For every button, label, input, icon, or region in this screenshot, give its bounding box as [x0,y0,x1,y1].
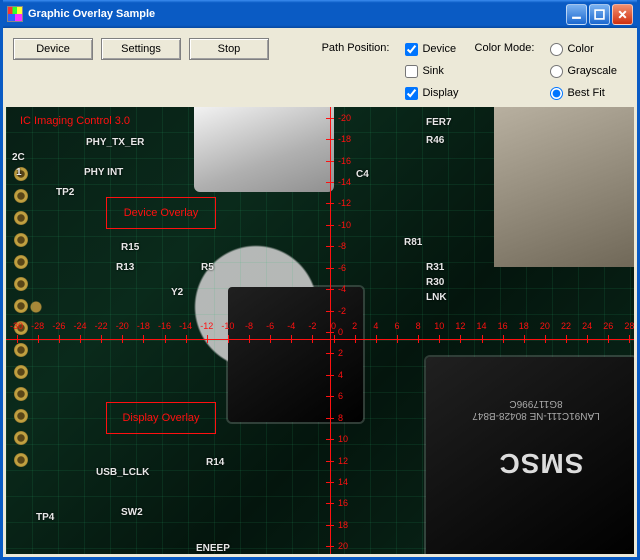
silk-r30: R30 [426,277,444,288]
silk-1: 1 [16,167,22,178]
options-area: Path Position: Device Sink Display Color… [322,38,627,104]
app-icon [7,6,23,22]
minimize-button[interactable] [566,4,587,25]
silk-r15: R15 [121,242,139,253]
cm-color-label: Color [567,43,593,55]
cm-bestfit-label: Best Fit [567,87,604,99]
app-window: Graphic Overlay Sample Device Settings S… [0,0,640,560]
silk-usb-lclk: USB_LCLK [96,467,149,478]
cm-color-radio[interactable] [550,43,563,56]
silk-tp4: TP4 [36,512,54,523]
minimize-icon [571,9,582,20]
window-controls [566,4,633,25]
silk-r31: R31 [426,262,444,273]
pp-sink-label: Sink [422,65,443,77]
cm-grayscale-radio[interactable] [550,65,563,78]
video-display[interactable]: SMSC LAN91C111-NE 80428-B847 8G117996C P… [6,107,634,554]
path-position-label: Path Position: [322,38,390,58]
center-chip [228,287,363,422]
silk-r14: R14 [206,457,224,468]
rj-connector [494,107,634,267]
pp-device-label: Device [422,43,456,55]
silk-r46: R46 [426,135,444,146]
cm-bestfit-radio[interactable] [550,87,563,100]
silk-eneep: ENEEP [196,543,230,554]
silk-y2: Y2 [171,287,183,298]
via-column [14,167,28,475]
silk-2c: 2C [12,152,25,163]
pp-device-checkbox[interactable] [405,43,418,56]
silk-c4: C4 [356,169,369,180]
stop-button[interactable]: Stop [189,38,269,60]
shield-connector [194,107,334,192]
silk-r81: R81 [404,237,422,248]
pp-display-checkbox[interactable] [405,87,418,100]
silk-r13: R13 [116,262,134,273]
maximize-button[interactable] [589,4,610,25]
path-position-label-col: Path Position: [322,38,390,104]
smsc-chip-logo: SMSC [456,447,626,479]
color-mode-label: Color Mode: [475,38,535,58]
toolbar: Device Settings Stop Path Position: Devi… [3,28,637,112]
silk-r5: R5 [201,262,214,273]
window-title: Graphic Overlay Sample [28,8,566,20]
pp-sink-checkbox[interactable] [405,65,418,78]
color-mode-label-col: Color Mode: [475,38,535,104]
silk-phy-int: PHY INT [84,167,123,178]
silk-phy-tx-er: PHY_TX_ER [86,137,144,148]
cm-grayscale-label: Grayscale [567,65,617,77]
pp-display-label: Display [422,87,458,99]
button-group: Device Settings Stop [13,38,269,60]
settings-button[interactable]: Settings [101,38,181,60]
pcb-background: SMSC LAN91C111-NE 80428-B847 8G117996C P… [6,107,634,554]
device-button[interactable]: Device [13,38,93,60]
silk-lnk: LNK [426,292,447,303]
smsc-chip-partno: LAN91C111-NE 80428-B847 8G117996C [451,397,621,421]
silk-fer7: FER7 [426,117,452,128]
close-icon [617,9,628,20]
titlebar[interactable]: Graphic Overlay Sample [3,0,637,28]
close-button[interactable] [612,4,633,25]
color-mode-options: Color Grayscale Best Fit [550,38,627,104]
silk-tp2: TP2 [56,187,74,198]
silk-sw2: SW2 [121,507,143,518]
path-position-options: Device Sink Display [405,38,458,104]
maximize-icon [594,9,605,20]
